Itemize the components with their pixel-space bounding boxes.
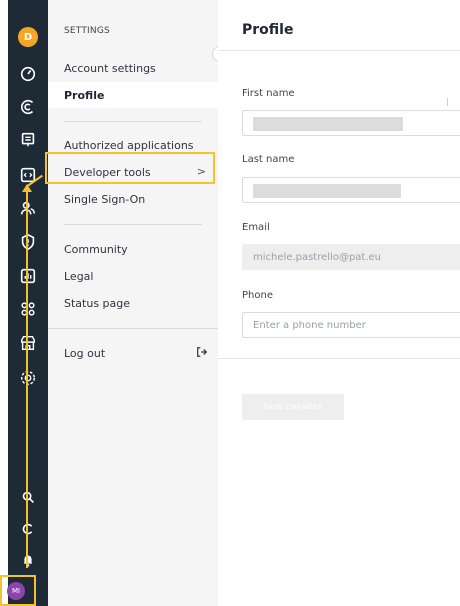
menu-item-authorized-applications[interactable]: Authorized applications: [48, 132, 218, 158]
profile-avatar[interactable]: MI: [7, 582, 25, 600]
logout-icon: [197, 347, 208, 357]
chevron-right-icon: >: [196, 165, 206, 178]
form-divider: [218, 358, 460, 359]
menu-item-label: Single Sign-On: [64, 192, 146, 206]
email-value: michele.pastrello@pat.eu: [253, 251, 382, 263]
phone-field[interactable]: Enter a phone number: [242, 312, 460, 338]
icon-rail: D: [8, 0, 48, 606]
menu-heading: SETTINGS: [64, 26, 110, 36]
users-icon[interactable]: [16, 197, 40, 221]
phone-placeholder: Enter a phone number: [253, 319, 366, 331]
menu-item-log-out[interactable]: Log out: [48, 340, 218, 366]
search-icon[interactable]: [16, 485, 40, 509]
menu-item-label: Community: [64, 242, 128, 256]
menu-item-label: Authorized applications: [64, 138, 194, 152]
menu-item-label: Status page: [64, 296, 131, 310]
profile-content: Profile First name Last name Email miche…: [218, 0, 460, 606]
title-divider: [218, 50, 460, 51]
menu-item-legal[interactable]: Legal: [48, 263, 218, 289]
menu-item-label: Account settings: [64, 61, 156, 75]
menu-item-developer-tools[interactable]: Developer tools >: [48, 159, 218, 185]
menu-divider: [48, 328, 218, 329]
storefront-icon[interactable]: [16, 331, 40, 355]
phone-label: Phone: [242, 290, 273, 301]
swirl-icon[interactable]: [16, 95, 40, 119]
annotation-arrow-line: [26, 190, 28, 568]
nodes-icon[interactable]: [16, 297, 40, 321]
menu-item-label: Legal: [64, 269, 94, 283]
last-name-field[interactable]: [242, 177, 460, 203]
menu-divider: [64, 121, 202, 122]
resize-handle: [447, 98, 448, 106]
avatar-highlight: MI: [0, 575, 36, 606]
menu-item-label: Profile: [64, 88, 105, 102]
menu-item-status-page[interactable]: Status page: [48, 290, 218, 316]
bell-icon[interactable]: [16, 548, 40, 572]
gear-icon[interactable]: [16, 366, 40, 390]
first-name-label: First name: [242, 88, 295, 99]
menu-item-label: Log out: [64, 346, 106, 360]
email-field: michele.pastrello@pat.eu: [242, 244, 460, 270]
page-title: Profile: [242, 22, 294, 38]
dashboard-icon[interactable]: [16, 62, 40, 86]
screen-icon[interactable]: [16, 128, 40, 152]
refresh-icon[interactable]: [16, 517, 40, 541]
first-name-field[interactable]: [242, 110, 460, 136]
settings-menu: SETTINGS Account settings Profile Author…: [48, 0, 218, 606]
chart-icon[interactable]: [16, 264, 40, 288]
menu-item-profile[interactable]: Profile: [48, 82, 218, 108]
email-label: Email: [242, 222, 270, 233]
menu-divider: [64, 224, 202, 225]
shield-icon[interactable]: [16, 230, 40, 254]
menu-item-account-settings[interactable]: Account settings: [48, 55, 218, 81]
user-avatar[interactable]: D: [18, 27, 38, 47]
redacted-value: [253, 117, 403, 131]
redacted-value: [253, 184, 401, 198]
menu-item-community[interactable]: Community: [48, 236, 218, 262]
save-changes-button[interactable]: SAVE CHANGES: [242, 394, 344, 420]
last-name-label: Last name: [242, 154, 295, 165]
menu-item-label: Developer tools: [64, 165, 151, 179]
menu-item-single-sign-on[interactable]: Single Sign-On: [48, 186, 218, 212]
